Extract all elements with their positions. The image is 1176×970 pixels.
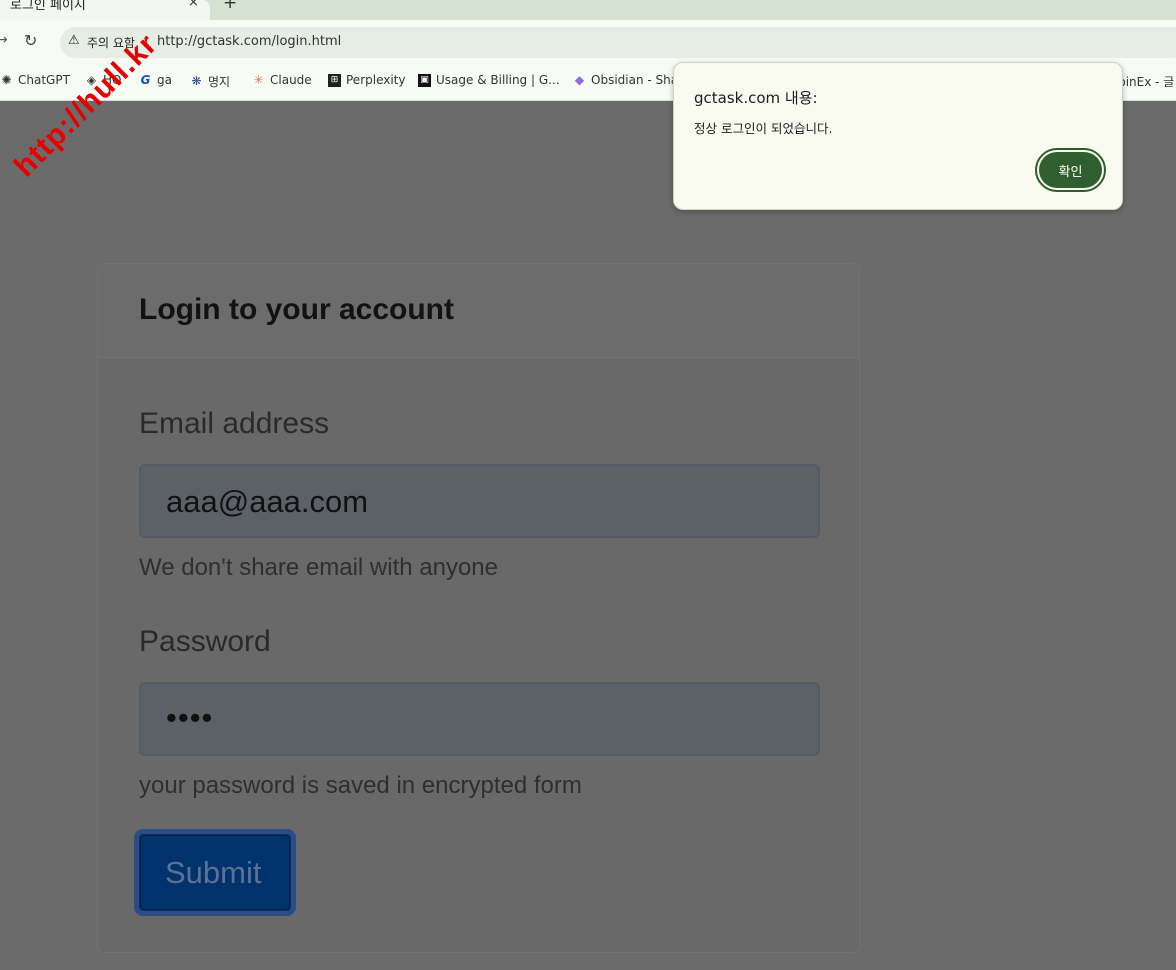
email-field[interactable]: aaa@aaa.com: [139, 464, 820, 538]
bookmark-label: Claude: [270, 73, 312, 87]
submit-button[interactable]: Submit: [134, 829, 296, 916]
new-tab-button[interactable]: +: [223, 0, 237, 13]
bookmark-myongji[interactable]: ❋ 명지: [190, 73, 230, 90]
bookmark-label: Obsidian - Sha: [591, 73, 679, 87]
bookmark-label: 명지: [208, 75, 231, 89]
ok-button-label: 확인: [1039, 152, 1102, 188]
reload-icon[interactable]: ↻: [24, 31, 37, 50]
tab-strip: 로그인 페이지 × +: [0, 0, 1176, 20]
password-value: ••••: [166, 700, 214, 735]
bookmark-chatgpt[interactable]: ✺ ChatGPT: [0, 72, 70, 87]
card-header: Login to your account: [98, 264, 859, 358]
browser-toolbar: → ↻ ⚠ 주의 요함 http://gctask.com/login.html: [0, 20, 1176, 65]
email-value: aaa@aaa.com: [166, 484, 369, 519]
bookmark-usage-billing[interactable]: ▣ Usage & Billing | G...: [418, 73, 560, 87]
bookmark-perplexity[interactable]: ⊞ Perplexity: [328, 73, 406, 87]
bookmark-label: ChatGPT: [18, 73, 70, 87]
bookmark-label: Usage & Billing | G...: [436, 73, 560, 87]
page-title: Login to your account: [139, 293, 454, 326]
url-text[interactable]: http://gctask.com/login.html: [157, 34, 341, 49]
claude-icon: ✳: [253, 72, 264, 87]
alert-dialog: gctask.com 내용: 정상 로그인이 되었습니다. 확인: [673, 62, 1123, 210]
password-help-text: your password is saved in encrypted form: [139, 772, 582, 799]
bookmark-label: ga: [157, 73, 172, 87]
warning-icon[interactable]: ⚠: [68, 33, 80, 48]
address-bar[interactable]: ⚠ 주의 요함 http://gctask.com/login.html: [60, 27, 1176, 58]
tab-title: 로그인 페이지: [10, 0, 86, 13]
email-label: Email address: [139, 407, 330, 440]
bookmark-label: Perplexity: [346, 73, 406, 87]
submit-label: Submit: [165, 855, 262, 890]
github-icon: ▣: [418, 73, 431, 87]
password-field[interactable]: ••••: [139, 682, 820, 756]
login-card: Login to your account Email address aaa@…: [97, 263, 860, 953]
bookmark-ga[interactable]: G ga: [139, 73, 172, 87]
bookmark-obsidian[interactable]: ◆ Obsidian - Sha: [573, 73, 678, 87]
password-label: Password: [139, 625, 271, 658]
ok-button[interactable]: 확인: [1035, 148, 1106, 192]
bookmark-claude[interactable]: ✳ Claude: [252, 72, 312, 87]
myongji-icon: ❋: [191, 74, 202, 88]
tab-close-icon[interactable]: ×: [188, 0, 199, 10]
email-help-text: We don't share email with anyone: [139, 554, 499, 581]
back-icon[interactable]: →: [0, 32, 8, 48]
obsidian-icon: ◆: [574, 72, 585, 87]
browser-tab[interactable]: 로그인 페이지 ×: [0, 0, 210, 20]
ga-icon: G: [140, 72, 151, 87]
dialog-message: 정상 로그인이 되었습니다.: [694, 121, 833, 136]
dialog-title: gctask.com 내용:: [694, 89, 818, 107]
perplexity-icon: ⊞: [328, 73, 341, 87]
chatgpt-icon: ✺: [1, 72, 12, 87]
